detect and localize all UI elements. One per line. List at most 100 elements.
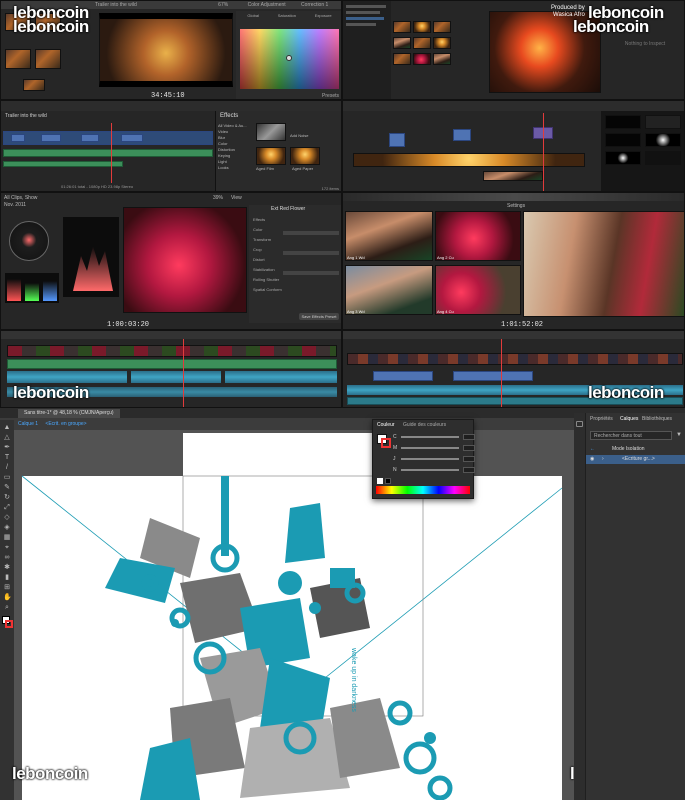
effect-thumb[interactable] bbox=[645, 151, 681, 165]
effect-thumb[interactable] bbox=[605, 115, 641, 129]
channel-input[interactable] bbox=[463, 456, 475, 462]
tab-color-guide[interactable]: Guide des couleurs bbox=[403, 422, 446, 428]
angle-3[interactable] bbox=[345, 265, 433, 315]
audio-waveform[interactable] bbox=[131, 371, 221, 383]
browser-clip[interactable] bbox=[5, 49, 31, 69]
channel-slider[interactable] bbox=[401, 469, 459, 471]
primary-storyline[interactable] bbox=[353, 153, 585, 167]
browser-clip[interactable] bbox=[413, 21, 431, 33]
layer-row-isolation[interactable]: ← Mode Isolation bbox=[586, 445, 685, 454]
library-item[interactable] bbox=[346, 5, 386, 8]
audio-clip[interactable] bbox=[3, 161, 123, 167]
channel-slider[interactable] bbox=[401, 447, 459, 449]
tab-global[interactable]: Global bbox=[247, 13, 259, 21]
settings-menu[interactable]: Settings bbox=[507, 203, 525, 209]
correction-label[interactable]: Correction 1 bbox=[301, 2, 328, 8]
browser-clip[interactable] bbox=[35, 49, 61, 69]
browser-clip[interactable] bbox=[433, 21, 451, 33]
inspector-row[interactable]: Crop bbox=[253, 245, 282, 255]
primary-storyline[interactable] bbox=[347, 353, 683, 365]
browser-clip[interactable] bbox=[393, 37, 411, 49]
inspector-row[interactable]: Spatial Conform bbox=[253, 285, 282, 295]
channel-input[interactable] bbox=[463, 467, 475, 473]
timeline-clip[interactable] bbox=[81, 134, 99, 142]
connected-clip[interactable] bbox=[373, 371, 433, 381]
black-swatch[interactable] bbox=[385, 478, 391, 484]
primary-storyline[interactable] bbox=[7, 345, 337, 357]
visibility-eye-icon[interactable]: ◉ bbox=[590, 455, 594, 464]
effect-thumb[interactable] bbox=[256, 147, 286, 165]
param-slider[interactable] bbox=[283, 231, 339, 235]
library-item[interactable] bbox=[346, 17, 384, 20]
filter-icon[interactable]: ▼ bbox=[676, 432, 682, 438]
layers-search-input[interactable]: Rechercher dans tout bbox=[590, 431, 672, 440]
inspector-row[interactable]: Stabilization bbox=[253, 265, 282, 275]
viewer-zoom[interactable]: 67% bbox=[218, 2, 228, 8]
effect-thumb[interactable] bbox=[605, 133, 641, 147]
browser-clip[interactable] bbox=[433, 37, 451, 49]
channel-slider[interactable] bbox=[401, 458, 459, 460]
inspector-row[interactable]: Transform bbox=[253, 235, 282, 245]
browser-clip[interactable] bbox=[393, 21, 411, 33]
browser-clip[interactable] bbox=[23, 79, 45, 91]
playhead[interactable] bbox=[543, 113, 544, 191]
presets-label[interactable]: Presets bbox=[322, 93, 339, 99]
primary-storyline[interactable] bbox=[3, 131, 213, 145]
back-arrow-icon[interactable]: ← bbox=[590, 445, 595, 454]
effect-thumb[interactable] bbox=[645, 115, 681, 129]
inspector-row[interactable]: Color bbox=[253, 225, 282, 235]
angle-1[interactable] bbox=[345, 211, 433, 261]
layer-row-selected[interactable]: ◉ › <Ecriture gr...> bbox=[586, 455, 685, 464]
connected-clip[interactable] bbox=[483, 171, 543, 181]
effect-thumb[interactable] bbox=[605, 151, 641, 165]
channel-slider[interactable] bbox=[401, 436, 459, 438]
param-slider[interactable] bbox=[283, 251, 339, 255]
connected-clip[interactable] bbox=[453, 371, 533, 381]
browser-clip[interactable] bbox=[413, 53, 431, 65]
browser-clip[interactable] bbox=[433, 53, 451, 65]
expand-chevron-icon[interactable]: › bbox=[602, 455, 604, 464]
audio-waveform[interactable] bbox=[225, 371, 337, 383]
audio-clip[interactable] bbox=[3, 149, 213, 157]
effect-thumb[interactable] bbox=[290, 147, 320, 165]
param-slider[interactable] bbox=[283, 271, 339, 275]
timeline-clip[interactable] bbox=[121, 134, 143, 142]
audio-clip[interactable] bbox=[7, 359, 337, 369]
tab-color[interactable]: Couleur bbox=[377, 422, 395, 428]
inspector-row[interactable]: Rolling Shutter bbox=[253, 275, 282, 285]
effect-thumb[interactable] bbox=[645, 133, 681, 147]
inspector-row[interactable]: Effects bbox=[253, 215, 282, 225]
viewer-zoom[interactable]: 39% bbox=[213, 195, 223, 201]
angle-4[interactable] bbox=[435, 265, 521, 315]
library-item[interactable] bbox=[346, 23, 376, 26]
library-item[interactable] bbox=[346, 11, 380, 14]
stroke-swatch[interactable] bbox=[381, 438, 391, 448]
save-effects-preset-button[interactable]: Save Effects Preset bbox=[299, 313, 339, 320]
playhead[interactable] bbox=[183, 339, 184, 407]
playhead[interactable] bbox=[111, 123, 112, 183]
tab-saturation[interactable]: Saturation bbox=[278, 13, 296, 21]
white-swatch[interactable] bbox=[377, 478, 383, 484]
angle-2[interactable] bbox=[435, 211, 521, 261]
effects-category[interactable]: Looks bbox=[218, 165, 252, 171]
inspector-row[interactable]: Distort bbox=[253, 255, 282, 265]
comment-icon[interactable] bbox=[576, 421, 583, 427]
effect-thumb[interactable] bbox=[256, 123, 286, 141]
audio-waveform[interactable] bbox=[7, 371, 127, 383]
channel-input[interactable] bbox=[463, 445, 475, 451]
browser-clip[interactable] bbox=[393, 53, 411, 65]
color-puck[interactable] bbox=[286, 55, 292, 61]
channel-input[interactable] bbox=[463, 434, 475, 440]
view-menu[interactable]: View bbox=[231, 195, 242, 201]
timeline-clip[interactable] bbox=[41, 134, 61, 142]
tab-properties[interactable]: Propriétés bbox=[590, 416, 613, 422]
timeline-clip[interactable] bbox=[453, 129, 471, 141]
timeline-clip[interactable] bbox=[11, 134, 25, 142]
timeline-clip[interactable] bbox=[389, 133, 405, 147]
tab-libraries[interactable]: Bibliothèques bbox=[642, 416, 672, 422]
color-spectrum[interactable] bbox=[376, 486, 470, 494]
playhead[interactable] bbox=[501, 339, 502, 407]
browser-clip[interactable] bbox=[413, 37, 431, 49]
tab-layers[interactable]: Calques bbox=[620, 416, 638, 422]
tab-exposure[interactable]: Exposure bbox=[315, 13, 332, 21]
